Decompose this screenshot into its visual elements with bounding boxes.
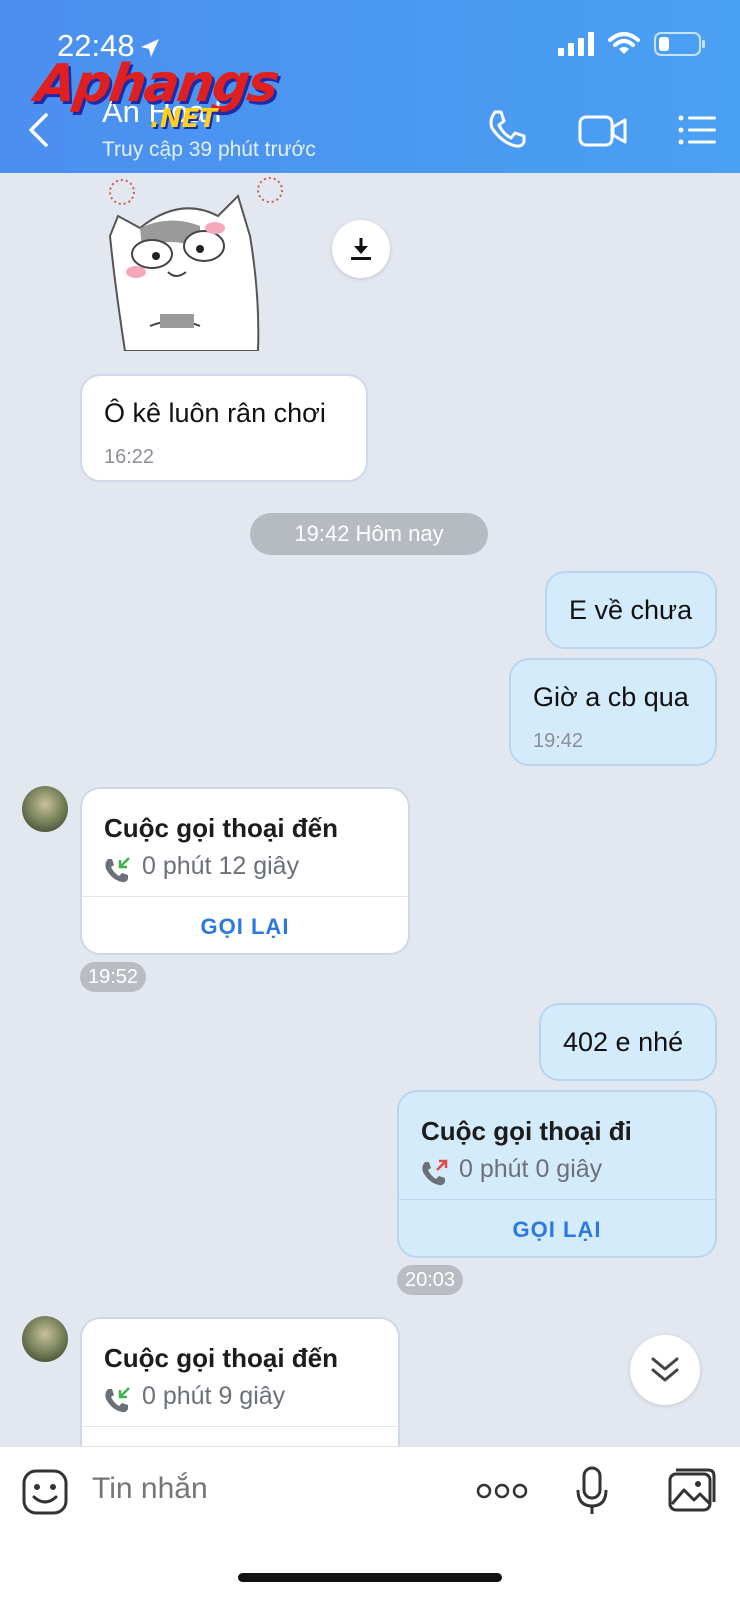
sticker-button[interactable] (22, 1469, 68, 1520)
message-time-chip: 20:03 (397, 1265, 464, 1295)
back-button[interactable] (26, 112, 56, 152)
call-title: Cuộc gọi thoại đi (421, 1116, 632, 1146)
voice-message-button[interactable] (575, 1466, 609, 1521)
phone-icon (489, 110, 526, 148)
more-dots-icon (476, 1483, 528, 1499)
emoji-face-icon (22, 1469, 68, 1515)
call-duration: 0 phút 9 giây (142, 1382, 286, 1410)
call-card-incoming[interactable]: Cuộc gọi thoại đến 0 phút 9 giây (80, 1317, 400, 1467)
more-options-button[interactable] (476, 1481, 528, 1506)
voice-call-button[interactable] (486, 108, 528, 155)
image-gallery-icon (668, 1468, 716, 1512)
divider (82, 896, 408, 897)
message-bubble-incoming[interactable]: Ô kê luôn rân chơi 16:22 (80, 374, 368, 482)
contact-last-seen: Truy cập 39 phút trước (102, 138, 316, 161)
divider (82, 1426, 398, 1427)
message-time: 19:42 (533, 730, 584, 752)
message-input[interactable] (90, 1471, 444, 1507)
call-title: Cuộc gọi thoại đến (104, 813, 338, 843)
scroll-to-bottom-button[interactable] (630, 1335, 700, 1405)
contact-avatar[interactable] (22, 1316, 68, 1362)
call-card-outgoing[interactable]: Cuộc gọi thoại đi 0 phút 0 giây GỌI LẠI (397, 1090, 717, 1258)
message-text: E về chưa (569, 595, 693, 625)
list-menu-icon (678, 115, 716, 145)
outgoing-call-icon (422, 1159, 448, 1186)
cat-sticker[interactable] (100, 176, 300, 356)
incoming-call-icon (105, 857, 130, 883)
message-bubble-outgoing[interactable]: E về chưa (545, 571, 717, 649)
call-duration: 0 phút 0 giây (459, 1155, 603, 1183)
wifi-icon (608, 32, 640, 54)
call-duration: 0 phút 12 giây (142, 852, 300, 880)
chat-options-button[interactable] (678, 114, 718, 151)
divider (399, 1199, 715, 1200)
watermark-suffix: .NET (150, 104, 218, 134)
battery-icon (654, 32, 705, 56)
double-chevron-down-icon (651, 1357, 679, 1382)
download-sticker-button[interactable] (332, 220, 390, 278)
incoming-call-icon (105, 1387, 130, 1413)
message-bubble-outgoing[interactable]: 402 e nhé (539, 1003, 717, 1081)
cat-sticker-image (108, 177, 283, 352)
video-camera-icon (578, 115, 627, 147)
chevron-left-icon (29, 113, 48, 147)
call-card-incoming[interactable]: Cuộc gọi thoại đến 0 phút 12 giây GỌI LẠ… (80, 787, 410, 955)
message-time-chip: 19:52 (80, 962, 147, 992)
date-separator: 19:42 Hôm nay (250, 513, 488, 555)
call-title: Cuộc gọi thoại đến (104, 1343, 338, 1373)
message-text: 402 e nhé (563, 1027, 684, 1057)
message-time: 16:22 (104, 446, 155, 468)
contact-avatar[interactable] (22, 786, 68, 832)
microphone-icon (576, 1466, 608, 1514)
message-text: Giờ a cb qua (533, 682, 689, 712)
photo-gallery-button[interactable] (668, 1468, 716, 1517)
home-indicator[interactable] (238, 1573, 502, 1582)
message-bubble-outgoing[interactable]: Giờ a cb qua 19:42 (509, 658, 717, 766)
video-call-button[interactable] (578, 114, 628, 153)
cellular-signal-icon (558, 32, 594, 56)
call-back-button[interactable]: GỌI LẠI (399, 1217, 715, 1243)
status-icons (558, 32, 706, 56)
call-back-button[interactable]: GỌI LẠI (82, 914, 408, 940)
download-icon (351, 238, 371, 260)
message-text: Ô kê luôn rân chơi (104, 398, 326, 428)
